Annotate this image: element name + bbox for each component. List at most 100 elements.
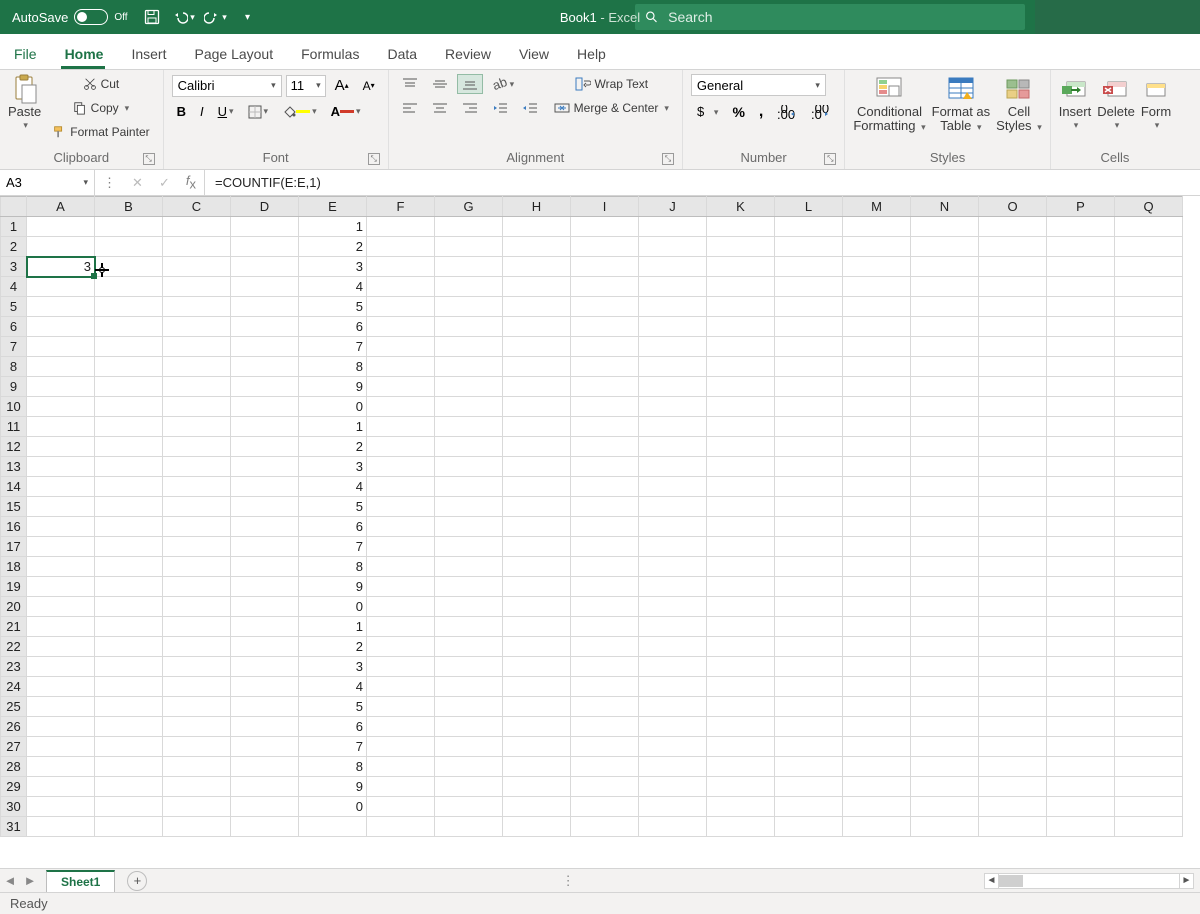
cell[interactable] bbox=[503, 217, 571, 237]
cell[interactable] bbox=[639, 777, 707, 797]
row-header[interactable]: 30 bbox=[1, 797, 27, 817]
align-middle-button[interactable] bbox=[427, 74, 453, 94]
cell[interactable] bbox=[163, 797, 231, 817]
cell[interactable] bbox=[231, 717, 299, 737]
sheet-tab-active[interactable]: Sheet1 bbox=[46, 870, 115, 892]
cell[interactable] bbox=[707, 557, 775, 577]
cell[interactable] bbox=[367, 437, 435, 457]
cell[interactable] bbox=[571, 637, 639, 657]
cell[interactable] bbox=[95, 417, 163, 437]
cell[interactable] bbox=[435, 697, 503, 717]
row-header[interactable]: 21 bbox=[1, 617, 27, 637]
row-header[interactable]: 19 bbox=[1, 577, 27, 597]
cell[interactable] bbox=[27, 577, 95, 597]
cell[interactable] bbox=[775, 757, 843, 777]
cell[interactable] bbox=[367, 337, 435, 357]
cell[interactable] bbox=[911, 497, 979, 517]
cell[interactable] bbox=[1047, 437, 1115, 457]
cell[interactable] bbox=[299, 817, 367, 837]
row-header[interactable]: 18 bbox=[1, 557, 27, 577]
cell[interactable] bbox=[95, 717, 163, 737]
cell[interactable]: 6 bbox=[299, 317, 367, 337]
column-header[interactable]: B bbox=[95, 197, 163, 217]
cell[interactable] bbox=[367, 277, 435, 297]
cell[interactable] bbox=[775, 357, 843, 377]
row-header[interactable]: 10 bbox=[1, 397, 27, 417]
cell[interactable] bbox=[911, 697, 979, 717]
underline-button[interactable]: U▾ bbox=[213, 101, 239, 122]
cell[interactable] bbox=[979, 597, 1047, 617]
cell[interactable] bbox=[367, 417, 435, 437]
cell[interactable] bbox=[843, 757, 911, 777]
undo-button[interactable]: ▾ bbox=[170, 3, 198, 31]
cell[interactable] bbox=[1047, 817, 1115, 837]
cell[interactable] bbox=[503, 657, 571, 677]
accounting-format-button[interactable]: $▾ bbox=[691, 102, 724, 122]
cell[interactable] bbox=[231, 317, 299, 337]
dialog-launcher-icon[interactable]: ⤡ bbox=[662, 153, 674, 165]
cell[interactable] bbox=[95, 297, 163, 317]
cell[interactable] bbox=[367, 617, 435, 637]
font-size-combo[interactable]: 11▾ bbox=[286, 75, 326, 97]
cell[interactable] bbox=[1115, 757, 1183, 777]
cell[interactable] bbox=[27, 597, 95, 617]
cell[interactable] bbox=[1047, 697, 1115, 717]
cell[interactable] bbox=[979, 337, 1047, 357]
cell[interactable] bbox=[231, 637, 299, 657]
cell[interactable]: 5 bbox=[299, 497, 367, 517]
cell[interactable] bbox=[639, 257, 707, 277]
cell[interactable] bbox=[27, 277, 95, 297]
cell[interactable] bbox=[367, 797, 435, 817]
cell[interactable] bbox=[775, 737, 843, 757]
cell[interactable] bbox=[231, 337, 299, 357]
align-center-button[interactable] bbox=[427, 98, 453, 118]
cell[interactable] bbox=[163, 817, 231, 837]
cell[interactable] bbox=[95, 397, 163, 417]
cell[interactable] bbox=[503, 457, 571, 477]
cell[interactable] bbox=[163, 297, 231, 317]
cell[interactable] bbox=[707, 577, 775, 597]
row-header[interactable]: 29 bbox=[1, 777, 27, 797]
cell[interactable] bbox=[843, 537, 911, 557]
cell[interactable] bbox=[571, 617, 639, 637]
cell[interactable] bbox=[911, 457, 979, 477]
cell[interactable] bbox=[435, 217, 503, 237]
tab-file[interactable]: File bbox=[0, 38, 51, 69]
cell[interactable]: 7 bbox=[299, 337, 367, 357]
cell[interactable] bbox=[843, 697, 911, 717]
cell[interactable]: 4 bbox=[299, 677, 367, 697]
row-header[interactable]: 3 bbox=[1, 257, 27, 277]
scroll-right-button[interactable]: ► bbox=[1179, 874, 1193, 888]
cell[interactable]: 4 bbox=[299, 277, 367, 297]
cell[interactable] bbox=[1115, 517, 1183, 537]
cell[interactable] bbox=[979, 257, 1047, 277]
new-sheet-button[interactable]: + bbox=[127, 871, 147, 891]
cell[interactable] bbox=[27, 757, 95, 777]
cell[interactable] bbox=[843, 797, 911, 817]
cell[interactable] bbox=[911, 617, 979, 637]
cell[interactable] bbox=[163, 497, 231, 517]
cell[interactable] bbox=[367, 257, 435, 277]
cell[interactable] bbox=[639, 797, 707, 817]
cell[interactable] bbox=[435, 317, 503, 337]
cell[interactable] bbox=[1115, 597, 1183, 617]
row-header[interactable]: 23 bbox=[1, 657, 27, 677]
cell[interactable] bbox=[911, 397, 979, 417]
row-header[interactable]: 14 bbox=[1, 477, 27, 497]
cell[interactable] bbox=[503, 437, 571, 457]
cell[interactable] bbox=[1115, 677, 1183, 697]
cell[interactable] bbox=[979, 697, 1047, 717]
cell[interactable] bbox=[639, 497, 707, 517]
cell[interactable] bbox=[95, 777, 163, 797]
cell[interactable] bbox=[979, 797, 1047, 817]
row-header[interactable]: 15 bbox=[1, 497, 27, 517]
align-top-button[interactable] bbox=[397, 74, 423, 94]
cell[interactable] bbox=[979, 657, 1047, 677]
cell[interactable] bbox=[435, 417, 503, 437]
cell[interactable] bbox=[843, 337, 911, 357]
merge-center-button[interactable]: Merge & Center▾ bbox=[549, 98, 674, 118]
cell[interactable] bbox=[367, 217, 435, 237]
cell[interactable] bbox=[707, 497, 775, 517]
cell[interactable] bbox=[95, 457, 163, 477]
cell[interactable] bbox=[707, 597, 775, 617]
